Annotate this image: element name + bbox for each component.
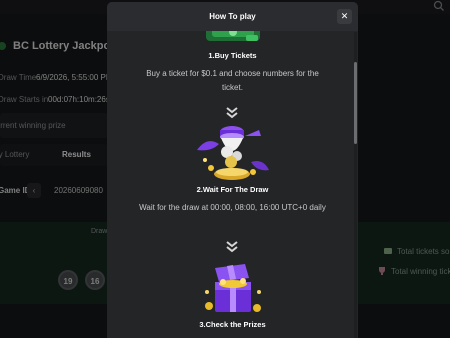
step-1-description: Buy a ticket for $0.1 and choose numbers…: [146, 69, 319, 92]
how-to-play-modal: How To play ✕ 1.Buy Tickets Buy a ticket…: [107, 2, 358, 338]
step-1-title: 1.Buy Tickets: [208, 51, 257, 60]
chevron-down-icon: [226, 241, 238, 253]
page: BC Lottery Jackpot Draw Time 6/9/2026, 5…: [0, 0, 450, 338]
step-2-description: Wait for the draw at 00:00, 08:00, 16:00…: [139, 203, 326, 212]
step-3-title: 3.Check the Prizes: [199, 320, 266, 329]
chevron-down-icon: [226, 107, 238, 119]
close-button[interactable]: ✕: [337, 9, 352, 24]
modal-scrollbar-thumb[interactable]: [354, 62, 357, 144]
modal-title: How To play: [209, 12, 256, 21]
step-2-title: 2.Wait For The Draw: [196, 185, 269, 194]
gift-box-icon: [205, 264, 261, 312]
close-icon: ✕: [340, 11, 349, 21]
lottery-machine-icon: [197, 126, 269, 180]
ticket-money-icon: [206, 31, 260, 41]
